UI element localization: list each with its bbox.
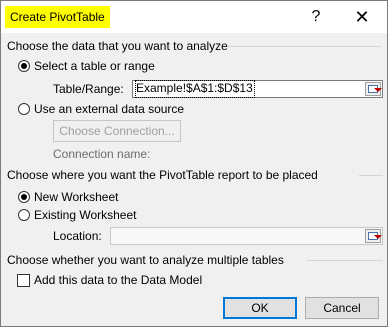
radio-existing-worksheet[interactable]: [18, 209, 30, 221]
divider: [307, 260, 383, 261]
data-model-label[interactable]: Add this data to the Data Model: [34, 272, 202, 288]
help-button[interactable]: ?: [306, 7, 326, 27]
create-pivottable-dialog: Create PivotTable ? ✕ Choose the data th…: [0, 0, 388, 327]
cancel-button[interactable]: Cancel: [305, 297, 379, 319]
dialog-title: Create PivotTable: [5, 6, 110, 28]
range-selector-button[interactable]: [365, 82, 382, 96]
divider: [227, 46, 381, 47]
new-worksheet-label[interactable]: New Worksheet: [34, 189, 118, 205]
section-multiple-tables: Choose whether you want to analyze multi…: [7, 252, 383, 268]
select-table-label[interactable]: Select a table or range: [34, 58, 155, 74]
section-data-source: Choose the data that you want to analyze: [7, 38, 383, 54]
section-destination: Choose where you want the PivotTable rep…: [7, 167, 383, 183]
radio-select-table[interactable]: [18, 60, 30, 72]
choose-connection-button[interactable]: Choose Connection...: [53, 120, 181, 142]
section-heading-multiple: Choose whether you want to analyze multi…: [7, 253, 284, 267]
table-range-label: Table/Range:: [53, 82, 124, 96]
location-value: [113, 228, 114, 244]
location-input[interactable]: [110, 227, 383, 245]
table-range-input[interactable]: Example!$A$1:$D$13: [132, 80, 383, 98]
ok-button[interactable]: OK: [223, 297, 297, 319]
range-arrow-icon: [374, 88, 382, 92]
location-label: Location:: [53, 229, 102, 243]
section-heading-data: Choose the data that you want to analyze: [7, 39, 228, 53]
section-heading-destination: Choose where you want the PivotTable rep…: [7, 168, 318, 182]
radio-new-worksheet[interactable]: [18, 191, 30, 203]
radio-external-source[interactable]: [18, 103, 30, 115]
close-button[interactable]: ✕: [350, 7, 374, 27]
existing-worksheet-label[interactable]: Existing Worksheet: [34, 207, 137, 223]
table-range-value: Example!$A$1:$D$13: [135, 80, 255, 98]
select-table-text: Select a table or range: [34, 59, 155, 73]
external-source-label[interactable]: Use an external data source: [34, 101, 184, 117]
connection-name-label: Connection name:: [53, 147, 151, 161]
range-arrow-icon: [374, 235, 382, 239]
title-bar: Create PivotTable ? ✕: [1, 1, 387, 33]
radio-selected-dot: [21, 63, 27, 69]
location-selector-button[interactable]: [365, 229, 382, 243]
data-model-checkbox[interactable]: [17, 274, 30, 287]
radio-selected-dot: [21, 194, 27, 200]
divider: [359, 175, 383, 176]
